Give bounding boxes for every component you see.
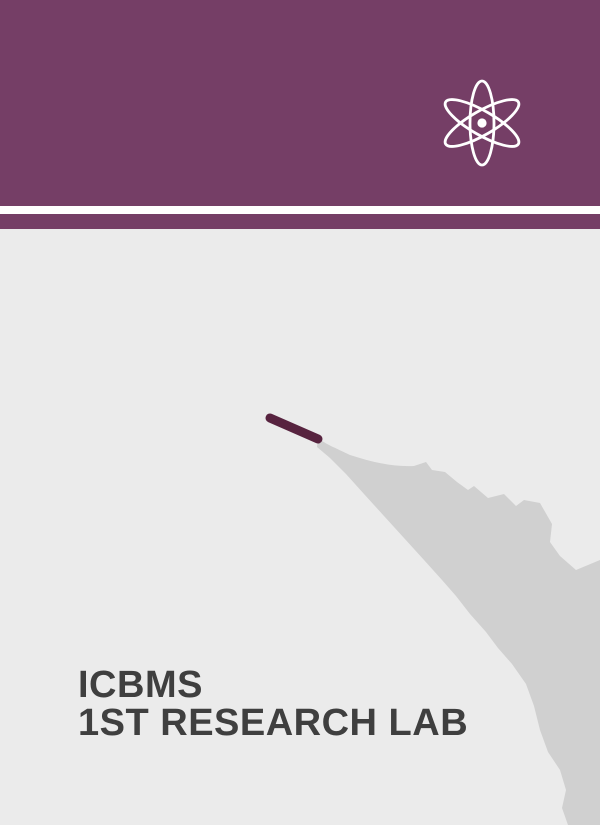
pen-tip	[265, 413, 323, 444]
title-line-1: ICBMS	[78, 664, 203, 706]
atom-icon	[440, 78, 524, 168]
cover-title: ICBMS 1ST RESEARCH LAB	[78, 666, 468, 742]
header-divider-white	[0, 206, 600, 214]
header-divider-purple	[0, 214, 600, 229]
title-line-2: 1ST RESEARCH LAB	[78, 702, 469, 744]
pen-body	[317, 437, 600, 825]
